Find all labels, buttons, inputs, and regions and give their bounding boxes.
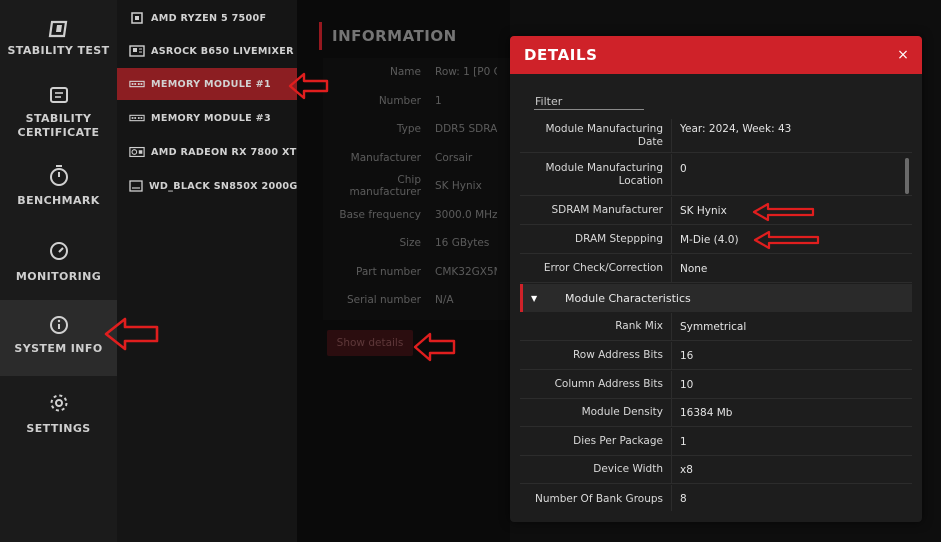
stability-test-icon	[46, 16, 72, 42]
motherboard-icon	[129, 45, 145, 57]
details-table: Module Manufacturing Date Year: 2024, Wee…	[520, 119, 912, 511]
annotation-arrow-left-icon	[104, 317, 159, 351]
nav-item-stability-certificate[interactable]: STABILITY CERTIFICATE	[0, 80, 117, 144]
nav-item-monitoring[interactable]: MONITORING	[0, 236, 117, 286]
nav-item-system-info[interactable]: SYSTEM INFO	[0, 300, 117, 376]
detail-key: Module Density	[520, 399, 672, 426]
detail-key: Row Address Bits	[520, 342, 672, 369]
device-label: MEMORY MODULE #1	[151, 78, 271, 90]
filter-input[interactable]	[534, 94, 644, 110]
section-module-characteristics[interactable]: ▼ Module Characteristics	[520, 284, 912, 312]
device-label: AMD RADEON RX 7800 XT	[151, 146, 297, 158]
nav-item-stability-test[interactable]: STABILITY TEST	[0, 10, 117, 66]
dialog-header: DETAILS ×	[510, 36, 922, 74]
device-label: AMD RYZEN 5 7500F	[151, 12, 267, 24]
device-item-memory-module-3[interactable]: MEMORY MODULE #3	[117, 102, 297, 134]
table-row: Module Manufacturing Location 0	[520, 154, 912, 196]
section-accent-bar	[520, 284, 523, 312]
device-label: MEMORY MODULE #3	[151, 112, 271, 124]
detail-value: 10	[680, 378, 694, 391]
detail-key: Device Width	[520, 456, 672, 483]
table-row: Module Manufacturing Date Year: 2024, Wee…	[520, 119, 912, 153]
detail-value: M-Die (4.0)	[680, 233, 739, 246]
nav-item-benchmark[interactable]: BENCHMARK	[0, 160, 117, 210]
gauge-icon	[46, 238, 72, 264]
table-row: Number Of Bank Groups 8	[520, 485, 912, 511]
nav-label: BENCHMARK	[17, 194, 100, 207]
dialog-title: DETAILS	[524, 46, 598, 64]
annotation-arrow-left-icon	[753, 230, 820, 250]
memory-icon	[129, 112, 145, 124]
scrollbar-thumb[interactable]	[905, 158, 909, 194]
detail-value: Symmetrical	[680, 320, 747, 333]
stopwatch-icon	[46, 162, 72, 188]
device-item-motherboard[interactable]: ASROCK B650 LIVEMIXER	[117, 35, 297, 67]
detail-value: x8	[680, 463, 693, 476]
detail-key: Number Of Bank Groups	[520, 485, 672, 511]
table-row: Error Check/Correction None	[520, 255, 912, 283]
details-dialog: DETAILS × Module Manufacturing Date Year:…	[510, 36, 922, 522]
detail-value: 1	[680, 435, 687, 448]
annotation-arrow-left-icon	[413, 332, 456, 362]
table-row: DRAM Steppping M-Die (4.0)	[520, 226, 912, 254]
table-row: Row Address Bits 16	[520, 342, 912, 370]
cpu-icon	[129, 12, 145, 24]
detail-key: DRAM Steppping	[520, 226, 672, 253]
nav-label: MONITORING	[15, 270, 102, 283]
detail-key: Error Check/Correction	[520, 255, 672, 282]
annotation-arrow-left-icon	[288, 72, 329, 100]
detail-key: Module Manufacturing Date	[520, 119, 672, 152]
detail-key: Module Manufacturing Location	[520, 154, 672, 195]
gpu-icon	[129, 146, 145, 158]
table-row: Device Width x8	[520, 456, 912, 484]
detail-value: 0	[680, 163, 687, 175]
info-icon	[46, 312, 72, 338]
certificate-icon	[46, 82, 72, 108]
detail-value: SK Hynix	[680, 204, 727, 217]
gear-icon	[46, 390, 72, 416]
table-row: Dies Per Package 1	[520, 428, 912, 456]
nav-label: STABILITY CERTIFICATE	[17, 112, 100, 139]
annotation-arrow-left-icon	[752, 202, 815, 222]
detail-key: Column Address Bits	[520, 371, 672, 398]
table-row: SDRAM Manufacturer SK Hynix	[520, 197, 912, 225]
table-row: Column Address Bits 10	[520, 371, 912, 399]
nav-item-settings[interactable]: SETTINGS	[0, 388, 117, 438]
memory-icon	[129, 78, 145, 90]
nav-label: SETTINGS	[26, 422, 91, 435]
device-label: WD_BLACK SN850X 2000GB	[149, 180, 306, 192]
section-label: Module Characteristics	[565, 291, 691, 305]
device-list: AMD RYZEN 5 7500F ASROCK B650 LIVEMIXER …	[117, 0, 305, 542]
detail-value: Year: 2024, Week: 43	[680, 123, 792, 135]
main-nav: STABILITY TEST STABILITY CERTIFICATE BEN…	[0, 0, 117, 542]
device-item-drive[interactable]: WD_BLACK SN850X 2000GB	[117, 170, 305, 202]
device-label: ASROCK B650 LIVEMIXER	[151, 45, 294, 57]
device-item-gpu[interactable]: AMD RADEON RX 7800 XT	[117, 136, 297, 168]
nav-label: SYSTEM INFO	[14, 342, 103, 355]
detail-key: Dies Per Package	[520, 428, 672, 455]
detail-value: 16384 Mb	[680, 406, 733, 419]
drive-icon	[129, 180, 143, 192]
table-row: Rank Mix Symmetrical	[520, 313, 912, 341]
caret-down-icon[interactable]: ▼	[531, 294, 541, 303]
device-item-cpu[interactable]: AMD RYZEN 5 7500F	[117, 2, 297, 34]
detail-value: None	[680, 262, 708, 275]
close-icon[interactable]: ×	[894, 46, 912, 64]
detail-value: 16	[680, 349, 694, 362]
detail-key: SDRAM Manufacturer	[520, 197, 672, 224]
device-item-memory-module-1[interactable]: MEMORY MODULE #1	[117, 68, 297, 100]
detail-value: 8	[680, 493, 687, 505]
detail-key: Rank Mix	[520, 313, 672, 340]
table-row: Module Density 16384 Mb	[520, 399, 912, 427]
nav-label: STABILITY TEST	[7, 44, 110, 57]
